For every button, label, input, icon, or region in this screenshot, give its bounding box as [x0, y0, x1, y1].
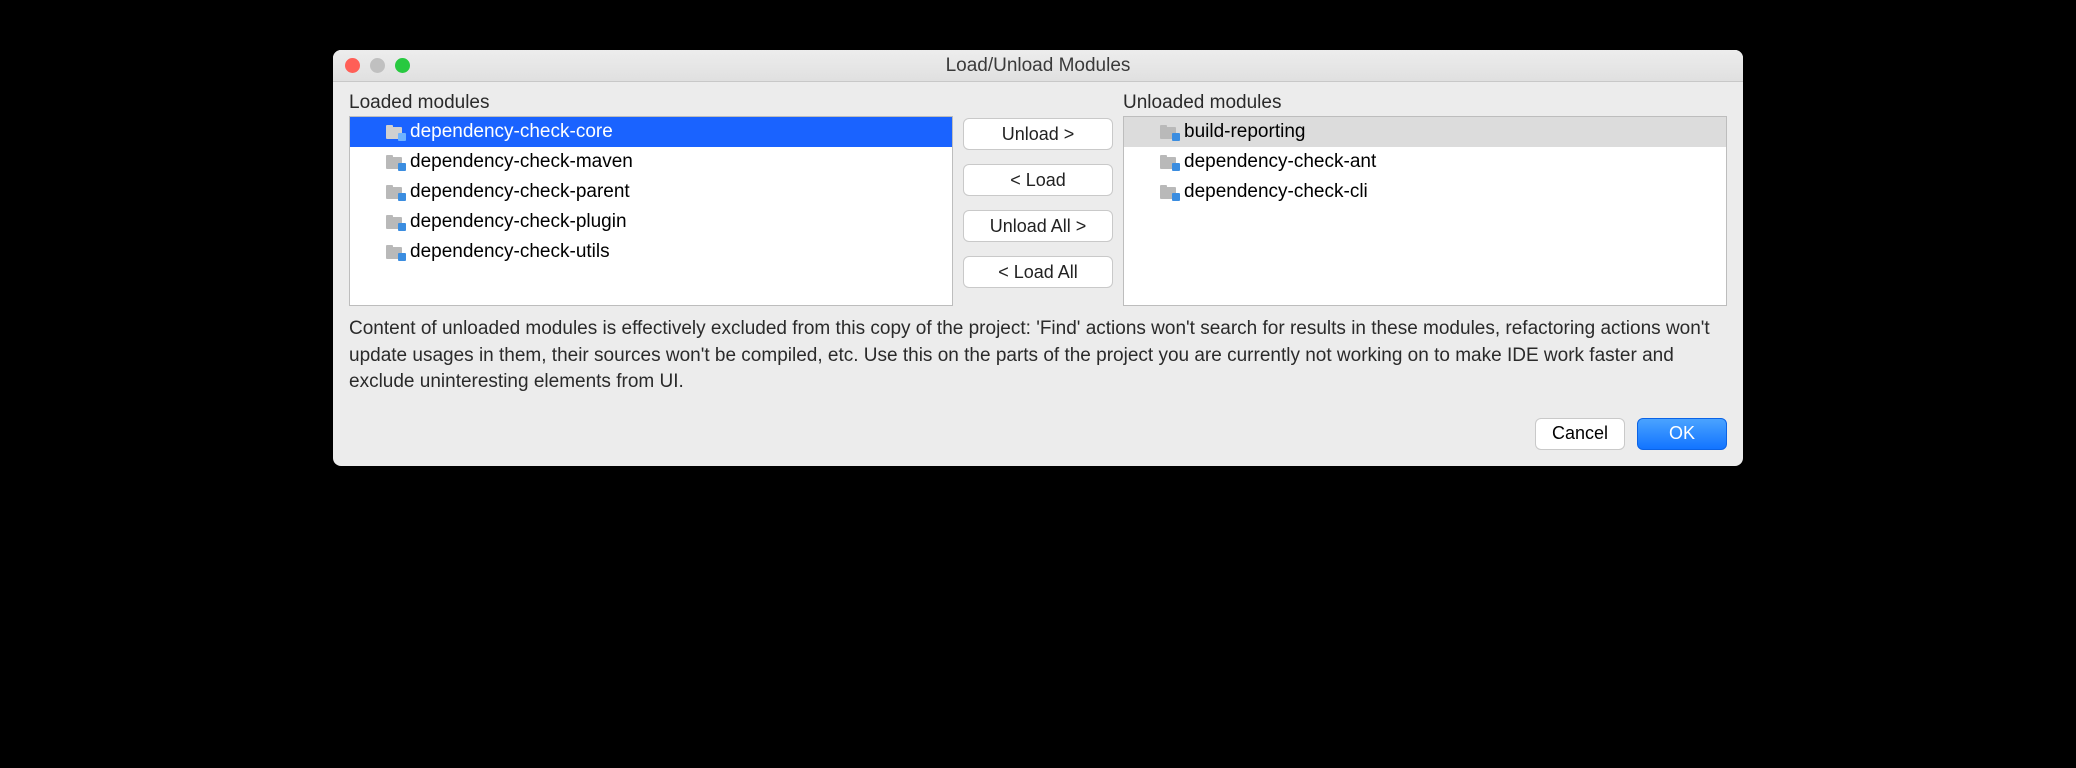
cancel-button[interactable]: Cancel [1535, 418, 1625, 450]
unload-button[interactable]: Unload > [963, 118, 1113, 150]
list-item-label: dependency-check-cli [1184, 181, 1368, 203]
window-title: Load/Unload Modules [333, 55, 1743, 77]
list-item[interactable]: dependency-check-ant [1124, 147, 1726, 177]
list-item-label: build-reporting [1184, 121, 1305, 143]
load-button[interactable]: < Load [963, 164, 1113, 196]
list-item-label: dependency-check-utils [410, 241, 610, 263]
list-item[interactable]: dependency-check-parent [350, 177, 952, 207]
module-folder-icon [1160, 125, 1178, 139]
list-item[interactable]: dependency-check-maven [350, 147, 952, 177]
loaded-listbox[interactable]: dependency-check-core dependency-check-ma… [349, 116, 953, 306]
list-item[interactable]: dependency-check-utils [350, 237, 952, 267]
list-item[interactable]: dependency-check-cli [1124, 177, 1726, 207]
titlebar: Load/Unload Modules [333, 50, 1743, 82]
window-controls [333, 58, 410, 73]
list-item-label: dependency-check-core [410, 121, 613, 143]
unload-all-button[interactable]: Unload All > [963, 210, 1113, 242]
loaded-label: Loaded modules [349, 92, 953, 114]
transfer-buttons: Unload > < Load Unload All > < Load All [963, 92, 1113, 288]
module-folder-icon [386, 155, 404, 169]
unloaded-pane: Unloaded modules build-reporting dependen… [1123, 92, 1727, 306]
module-folder-icon [386, 245, 404, 259]
unloaded-label: Unloaded modules [1123, 92, 1727, 114]
list-item-label: dependency-check-parent [410, 181, 630, 203]
ok-button[interactable]: OK [1637, 418, 1727, 450]
module-folder-icon [386, 215, 404, 229]
loaded-pane: Loaded modules dependency-check-coredepe… [349, 92, 953, 306]
list-item[interactable]: dependency-check-core [350, 117, 952, 147]
close-icon[interactable] [345, 58, 360, 73]
module-folder-icon [386, 125, 404, 139]
list-item-label: dependency-check-maven [410, 151, 633, 173]
module-folder-icon [1160, 155, 1178, 169]
dialog-footer: Cancel OK [349, 418, 1727, 450]
list-item-label: dependency-check-ant [1184, 151, 1376, 173]
minimize-icon [370, 58, 385, 73]
module-folder-icon [386, 185, 404, 199]
dialog-content: Loaded modules dependency-check-coredepe… [333, 82, 1743, 466]
panes-row: Loaded modules dependency-check-coredepe… [349, 92, 1727, 306]
description-text: Content of unloaded modules is effective… [349, 316, 1727, 396]
list-item[interactable]: build-reporting [1124, 117, 1726, 147]
load-all-button[interactable]: < Load All [963, 256, 1113, 288]
list-item-label: dependency-check-plugin [410, 211, 627, 233]
unloaded-listbox[interactable]: build-reporting dependency-check-ant depen… [1123, 116, 1727, 306]
dialog-window: Load/Unload Modules Loaded modules depen… [333, 50, 1743, 466]
list-item[interactable]: dependency-check-plugin [350, 207, 952, 237]
module-folder-icon [1160, 185, 1178, 199]
maximize-icon[interactable] [395, 58, 410, 73]
